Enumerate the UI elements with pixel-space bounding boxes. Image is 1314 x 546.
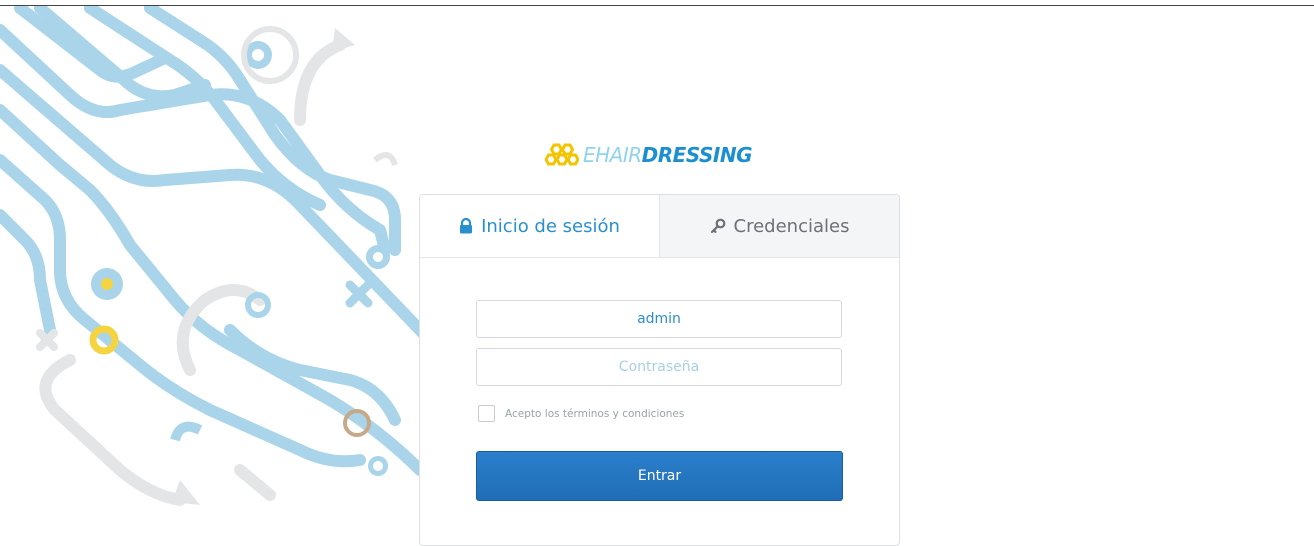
circuit-background-illustration (0, 6, 447, 506)
honeycomb-logo-icon (545, 143, 579, 166)
login-submit-button[interactable]: Entrar (476, 451, 843, 501)
terms-row: Acepto los términos y condiciones (478, 405, 684, 422)
lock-icon (460, 218, 473, 234)
password-input[interactable] (476, 348, 842, 386)
terms-checkbox[interactable] (478, 405, 495, 422)
username-input[interactable] (476, 300, 842, 338)
brand-light-text: EHAIR (583, 143, 642, 167)
key-icon (710, 218, 725, 234)
login-tabs: Inicio de sesión Credenciales (420, 195, 899, 258)
brand-wordmark: EHAIRDRESSING (583, 143, 753, 167)
terms-label: Acepto los términos y condiciones (505, 407, 685, 420)
login-card: Inicio de sesión Credenciales Acepto los… (419, 194, 900, 546)
brand-bold-text: DRESSING (641, 143, 753, 167)
tab-login[interactable]: Inicio de sesión (420, 195, 660, 257)
tab-credentials[interactable]: Credenciales (660, 195, 899, 257)
brand-logo: EHAIRDRESSING (545, 140, 753, 170)
tab-credentials-label: Credenciales (733, 215, 850, 237)
tab-login-label: Inicio de sesión (481, 215, 620, 237)
